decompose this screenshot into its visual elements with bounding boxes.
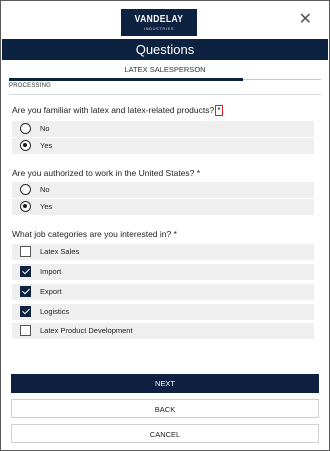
option-label: Logistics [40, 307, 70, 316]
cancel-button[interactable]: CANCEL [11, 424, 319, 443]
logo-subtitle: INDUSTRIES [143, 26, 175, 31]
close-icon[interactable]: ✕ [299, 12, 312, 28]
checkbox-option-export[interactable]: Export [12, 284, 314, 300]
required-marker: * [215, 105, 223, 116]
radio-button-selected[interactable] [20, 201, 31, 212]
question-familiar-latex: Are you familiar with latex and latex-re… [12, 105, 223, 116]
question-text: Are you familiar with latex and latex-re… [12, 105, 215, 115]
option-label: No [40, 124, 50, 133]
question-job-categories: What job categories are you interested i… [12, 229, 177, 239]
option-label: Latex Product Development [40, 326, 133, 335]
option-label: Export [40, 287, 62, 296]
status-label: PROCESSING [9, 83, 52, 89]
option-label: Yes [40, 202, 53, 211]
question-text: Are you authorized to work in the United… [12, 168, 195, 178]
radio-option-no[interactable]: No [12, 121, 314, 137]
checkbox-checked[interactable] [20, 306, 31, 317]
divider [9, 94, 321, 95]
page-title: Questions [2, 39, 328, 60]
checkbox-option-latex-sales[interactable]: Latex Sales [12, 244, 314, 260]
application-frame: VANDELAY INDUSTRIES ✕ Questions LATEX SA… [0, 0, 330, 451]
radio-option-yes[interactable]: Yes [12, 138, 314, 154]
checkbox-checked[interactable] [20, 266, 31, 277]
checkbox-checked[interactable] [20, 286, 31, 297]
progress-bar [9, 78, 243, 81]
option-label: Import [40, 267, 62, 276]
job-title: LATEX SALESPERSON [124, 65, 206, 74]
radio-option-yes[interactable]: Yes [12, 199, 314, 215]
question-text: What job categories are you interested i… [12, 229, 172, 239]
checkbox-option-import[interactable]: Import [12, 264, 314, 280]
required-marker: * [196, 168, 201, 178]
top-bar: VANDELAY INDUSTRIES ✕ [2, 2, 328, 39]
question-work-authorization: Are you authorized to work in the United… [12, 168, 200, 178]
checkbox[interactable] [20, 325, 31, 336]
required-marker: * [173, 229, 177, 239]
radio-option-no[interactable]: No [12, 182, 314, 198]
checkbox[interactable] [20, 246, 31, 257]
vandelay-logo: VANDELAY INDUSTRIES [121, 9, 197, 36]
back-button[interactable]: BACK [11, 399, 319, 418]
radio-button[interactable] [20, 184, 31, 195]
radio-button[interactable] [20, 123, 31, 134]
checkbox-option-logistics[interactable]: Logistics [12, 304, 314, 320]
logo-brand: VANDELAY [134, 14, 184, 25]
option-label: Yes [40, 141, 53, 150]
radio-button-selected[interactable] [20, 140, 31, 151]
option-label: Latex Sales [40, 247, 80, 256]
checkbox-option-latex-product-development[interactable]: Latex Product Development [12, 323, 314, 339]
next-button[interactable]: NEXT [11, 374, 319, 393]
option-label: No [40, 185, 50, 194]
